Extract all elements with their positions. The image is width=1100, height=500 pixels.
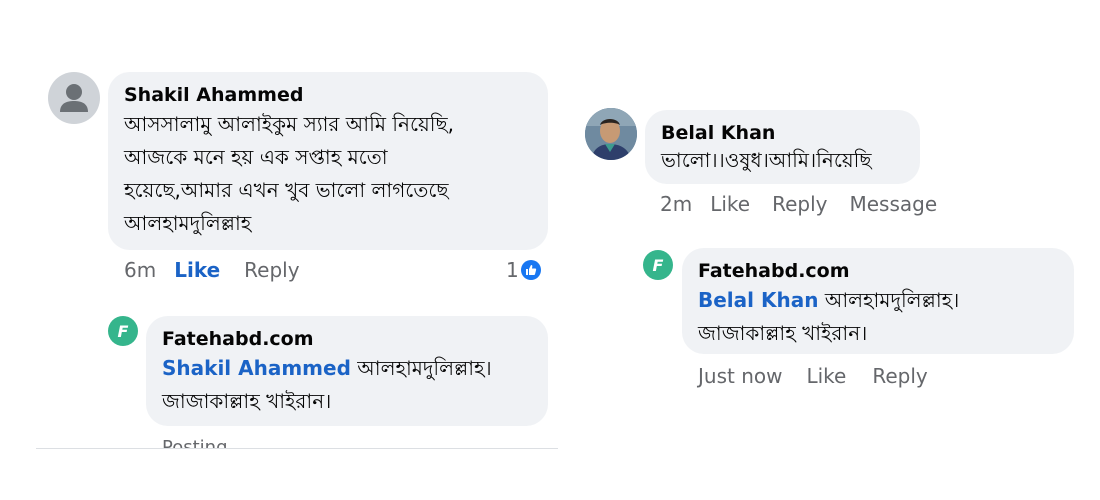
reply-text-line: Shakil Ahammed আলহামদুলিল্লাহ।	[162, 352, 532, 385]
avatar-default[interactable]	[48, 72, 100, 124]
comment-text-line: আজকে মনে হয় এক সপ্তাহ মতো	[124, 145, 388, 169]
comment-text-line: হয়েছে,আমার এখন খুব ভালো লাগতেছে	[124, 178, 449, 202]
mention-link[interactable]: Shakil Ahammed	[162, 356, 351, 380]
reply-timestamp[interactable]: Just now	[698, 364, 782, 388]
like-button[interactable]: Like	[174, 258, 220, 282]
reply-actions: Just now Like Reply	[698, 364, 928, 388]
comment-timestamp[interactable]: 2m	[660, 192, 692, 216]
reply-author[interactable]: Fatehabd.com	[698, 258, 1058, 284]
posting-status: Posting	[162, 437, 228, 448]
comment-bubble: Shakil Ahammed আসসালামু আলাইকুম স্যার আম…	[108, 72, 548, 250]
comment-author[interactable]: Shakil Ahammed	[124, 82, 532, 108]
message-button[interactable]: Message	[849, 192, 937, 216]
badge-letter: F	[117, 321, 129, 341]
reply-text-line: জাজাকাল্লাহ খাইরান।	[698, 321, 868, 345]
comment-actions: 2m Like Reply Message	[660, 192, 937, 216]
divider	[36, 448, 558, 449]
reply-button[interactable]: Reply	[244, 258, 299, 282]
comment-text-line: আসসালামু আলাইকুম স্যার আমি নিয়েছি,	[124, 112, 454, 136]
avatar-belal-khan[interactable]	[585, 108, 637, 160]
reply-bubble: Fatehabd.com Belal Khan আলহামদুলিল্লাহ। …	[682, 248, 1074, 354]
comment-bubble: Belal Khan ভালো।।ওষুধ।আমি।নিয়েছি	[645, 110, 920, 184]
reply-text: আলহামদুলিল্লাহ।	[357, 356, 492, 380]
comment-timestamp[interactable]: 6m	[124, 258, 156, 282]
reply-author[interactable]: Fatehabd.com	[162, 326, 532, 352]
like-button[interactable]: Like	[710, 192, 750, 216]
comment-text-line: আলহামদুলিল্লাহ	[124, 211, 252, 235]
page-badge-icon[interactable]: F	[643, 250, 673, 280]
reaction-count-number: 1	[506, 258, 519, 282]
reply-text-line: Belal Khan আলহামদুলিল্লাহ।	[698, 284, 1058, 317]
reply-button[interactable]: Reply	[772, 192, 827, 216]
reply-text-line: জাজাকাল্লাহ খাইরান।	[162, 389, 332, 413]
reply-bubble: Fatehabd.com Shakil Ahammed আলহামদুলিল্ল…	[146, 316, 548, 426]
reply-text: আলহামদুলিল্লাহ।	[824, 288, 960, 312]
comment-actions: 6m Like Reply	[124, 258, 300, 282]
badge-letter: F	[652, 255, 664, 275]
page-badge-icon[interactable]: F	[108, 316, 138, 346]
reply-button[interactable]: Reply	[872, 364, 927, 388]
mention-link[interactable]: Belal Khan	[698, 288, 818, 312]
thumbs-up-icon	[520, 260, 541, 280]
comment-text-line: ভালো।।ওষুধ।আমি।নিয়েছি	[661, 148, 872, 172]
like-button[interactable]: Like	[806, 364, 846, 388]
reaction-count[interactable]: 1	[506, 258, 541, 282]
user-silhouette-icon	[60, 84, 88, 112]
profile-photo-icon	[585, 108, 637, 160]
comment-author[interactable]: Belal Khan	[661, 120, 904, 146]
